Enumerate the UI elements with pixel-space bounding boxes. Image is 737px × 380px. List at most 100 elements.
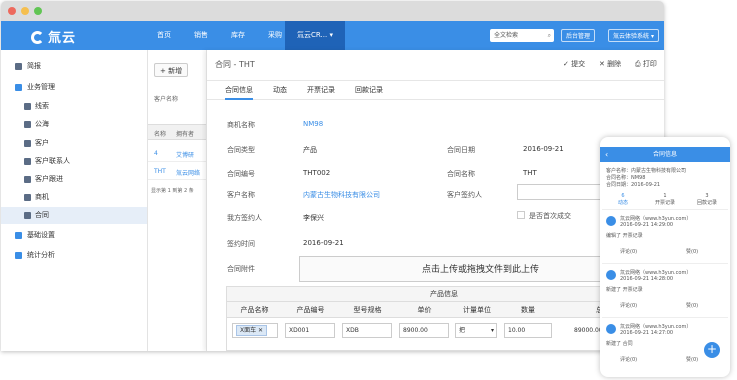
- customer-signer-label: 客户签约人: [447, 191, 482, 199]
- detail-title: 合同 - THT: [215, 60, 255, 69]
- row-name-link[interactable]: 4: [154, 150, 158, 157]
- search-input[interactable]: 全文检索 ⌕: [490, 29, 554, 42]
- tab-contract-info[interactable]: 合同信息: [225, 81, 253, 100]
- column-header-model: 型号规格: [353, 306, 382, 314]
- print-button[interactable]: ⎙ 打印: [635, 59, 657, 69]
- sidebar-item-analytics[interactable]: 统计分析: [1, 247, 147, 264]
- like-button[interactable]: 赞(0): [686, 248, 698, 255]
- maximize-window-icon[interactable]: [34, 7, 42, 15]
- app-logo[interactable]: 氚云: [31, 27, 76, 46]
- user-menu-button[interactable]: 氚云体验系统 ▾: [608, 29, 659, 42]
- sidebar-item-label: 基础设置: [27, 231, 55, 239]
- chevron-down-icon: ▾: [329, 31, 333, 39]
- column-header-unit: 计量单位: [463, 306, 491, 314]
- like-button[interactable]: 赞(0): [686, 302, 698, 309]
- sidebar-item-business[interactable]: 业务管理: [1, 79, 147, 96]
- comment-button[interactable]: 评论(0): [620, 356, 637, 363]
- row-owner[interactable]: 氚云网络: [176, 168, 200, 177]
- tab-invoice-records[interactable]: 开票记录: [307, 81, 335, 100]
- folder-icon: [15, 232, 22, 239]
- sidebar-item-label: 统计分析: [27, 251, 55, 259]
- list-table-header: 名称 拥有者: [148, 124, 208, 140]
- followup-icon: [24, 176, 31, 183]
- opportunity-label: 商机名称: [227, 121, 255, 129]
- add-button[interactable]: + 新增: [154, 63, 189, 77]
- table-row[interactable]: THT 氚云网络: [148, 164, 208, 180]
- print-button-label: 打印: [642, 60, 657, 68]
- sidebar-item-customer[interactable]: 客户: [1, 135, 147, 152]
- table-row[interactable]: 4 艾博研: [148, 146, 208, 162]
- mobile-info-name: 合同名称：NM98: [606, 175, 646, 181]
- back-arrow-icon[interactable]: ‹: [605, 147, 608, 162]
- mobile-tab-payment[interactable]: 3 回款记录: [688, 193, 726, 206]
- sidebar-item-pool[interactable]: 公海: [1, 116, 147, 133]
- sidebar-item-briefing[interactable]: 简报: [1, 58, 147, 75]
- unit-select[interactable]: 把 ▾: [455, 323, 497, 338]
- remove-tag-icon[interactable]: ✕: [258, 327, 263, 334]
- comment-button[interactable]: 评论(0): [620, 302, 637, 309]
- contract-date-value: 2016-09-21: [523, 145, 564, 153]
- avatar: [606, 216, 616, 226]
- unit-select-value: 把: [459, 327, 466, 334]
- logo-text: 氚云: [48, 31, 77, 46]
- product-name-field[interactable]: X面车 ✕: [232, 323, 278, 338]
- contract-type-label: 合同类型: [227, 146, 255, 154]
- tab-label: 回款记录: [696, 200, 717, 206]
- mobile-info-customer: 客户名称：内蒙古生物科技有限公司: [606, 168, 687, 174]
- nav-item-sales[interactable]: 销售: [186, 21, 216, 50]
- nav-item-inventory[interactable]: 库存: [223, 21, 253, 50]
- customer-label: 客户名称: [227, 191, 255, 199]
- sidebar-item-followup[interactable]: 客户跟进: [1, 171, 147, 188]
- contract-detail-panel: 合同 - THT ✓ 提交 ✕ 删除 ⎙ 打印 合同信息 动态 开票记录 回款记…: [206, 50, 664, 351]
- activity-card[interactable]: 氚云网络（www.h3yun.com） 2016-09-21 14:28:00 …: [602, 263, 728, 313]
- sidebar-item-label: 公海: [35, 120, 49, 128]
- folder-icon: [15, 252, 22, 259]
- nav-item-crm[interactable]: 氚云CR... ▾: [285, 21, 345, 50]
- card-text: 新建了 合同: [606, 341, 633, 347]
- total-value: 89000.00: [574, 327, 603, 334]
- sidebar-item-opportunity[interactable]: 商机: [1, 189, 147, 206]
- lead-icon: [24, 103, 31, 110]
- filter-label: 客户名称: [154, 96, 179, 103]
- mobile-tab-activity[interactable]: 6 动态: [604, 193, 642, 206]
- card-text: 新建了 开票记录: [606, 287, 643, 293]
- model-input[interactable]: XDB: [342, 323, 392, 338]
- close-window-icon[interactable]: [8, 7, 16, 15]
- sidebar-item-label: 业务管理: [27, 83, 55, 91]
- delete-button[interactable]: ✕ 删除: [599, 59, 621, 69]
- avatar: [606, 270, 616, 280]
- browser-titlebar: [1, 1, 664, 21]
- sidebar-item-settings[interactable]: 基础设置: [1, 227, 147, 244]
- mobile-tab-invoice[interactable]: 1 开票记录: [646, 193, 684, 206]
- opportunity-link[interactable]: NM98: [303, 120, 323, 128]
- comment-button[interactable]: 评论(0): [620, 248, 637, 255]
- customer-link[interactable]: 内蒙古生物科技有限公司: [303, 190, 380, 200]
- activity-card[interactable]: 氚云网络（www.h3yun.com） 2016-09-21 14:29:00 …: [602, 209, 728, 259]
- tab-activity[interactable]: 动态: [273, 81, 287, 100]
- nav-item-home[interactable]: 首页: [149, 21, 179, 50]
- row-name-link[interactable]: THT: [154, 168, 166, 175]
- first-deal-label: 是否首次成交: [529, 212, 571, 220]
- quantity-input[interactable]: 10.00: [504, 323, 552, 338]
- chevron-down-icon: ▾: [650, 33, 654, 40]
- tab-payment-records[interactable]: 回款记录: [355, 81, 383, 100]
- product-code-input[interactable]: XD001: [285, 323, 335, 338]
- like-button[interactable]: 赞(0): [686, 356, 698, 363]
- submit-button[interactable]: ✓ 提交: [563, 59, 585, 69]
- price-input[interactable]: 8900.00: [399, 323, 449, 338]
- admin-button[interactable]: 后台管理: [561, 29, 596, 42]
- sidebar-item-contract[interactable]: 合同: [1, 207, 147, 224]
- our-signer-label: 我方签约人: [227, 214, 262, 222]
- sidebar: 简报 业务管理 线索 公海 客户 客户联系人 客户跟进 商机 合同 基础设置 统…: [1, 50, 148, 351]
- first-deal-checkbox[interactable]: [517, 211, 525, 219]
- card-time: 2016-09-21 14:27:00: [620, 330, 674, 336]
- add-fab-button[interactable]: +: [704, 342, 720, 358]
- sidebar-item-leads[interactable]: 线索: [1, 98, 147, 115]
- search-icon[interactable]: ⌕: [548, 29, 551, 42]
- card-author: 氚云网络（www.h3yun.com）: [620, 216, 692, 222]
- contract-date-label: 合同日期: [447, 146, 475, 154]
- avatar: [606, 324, 616, 334]
- sidebar-item-contacts[interactable]: 客户联系人: [1, 153, 147, 170]
- minimize-window-icon[interactable]: [21, 7, 29, 15]
- row-owner[interactable]: 艾博研: [176, 150, 194, 159]
